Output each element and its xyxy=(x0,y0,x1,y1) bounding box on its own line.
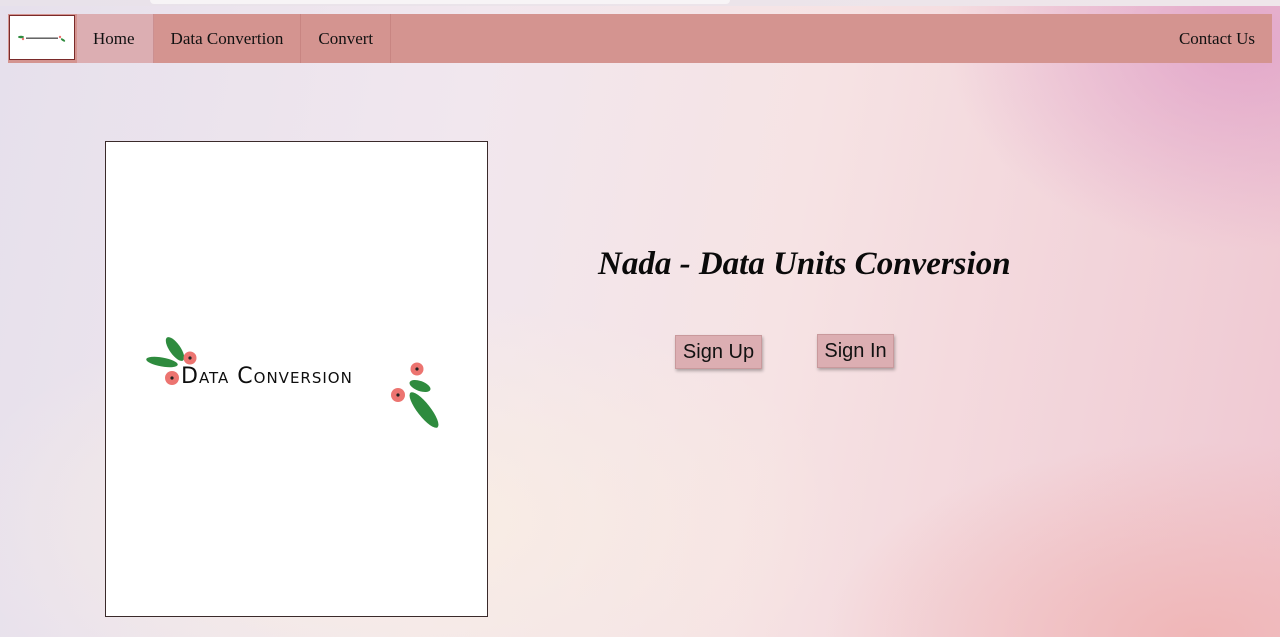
nav-contact-us-label: Contact Us xyxy=(1178,28,1255,48)
sign-up-button[interactable]: Sign Up xyxy=(675,335,762,369)
nav-logo[interactable] xyxy=(9,15,75,60)
nav-data-convertion[interactable]: Data Convertion xyxy=(154,14,302,63)
nav-home[interactable]: Home xyxy=(77,14,154,63)
nav-convert-label: Convert xyxy=(318,28,374,48)
page-title: Nada - Data Units Conversion xyxy=(598,246,1011,282)
sign-in-button[interactable]: Sign In xyxy=(817,334,894,368)
navbar: Home Data Convertion Convert Contact Us xyxy=(8,14,1272,63)
hero-image-card: Data Conversion xyxy=(105,141,488,617)
nav-logo-icon xyxy=(18,35,66,42)
hero-logo-text: Data Conversion xyxy=(181,364,353,389)
nav-data-convertion-label: Data Convertion xyxy=(170,28,284,48)
nav-contact-us[interactable]: Contact Us xyxy=(1162,14,1272,63)
browser-top-edge xyxy=(0,0,1280,6)
nav-convert[interactable]: Convert xyxy=(301,14,392,63)
nav-home-label: Home xyxy=(93,28,135,48)
